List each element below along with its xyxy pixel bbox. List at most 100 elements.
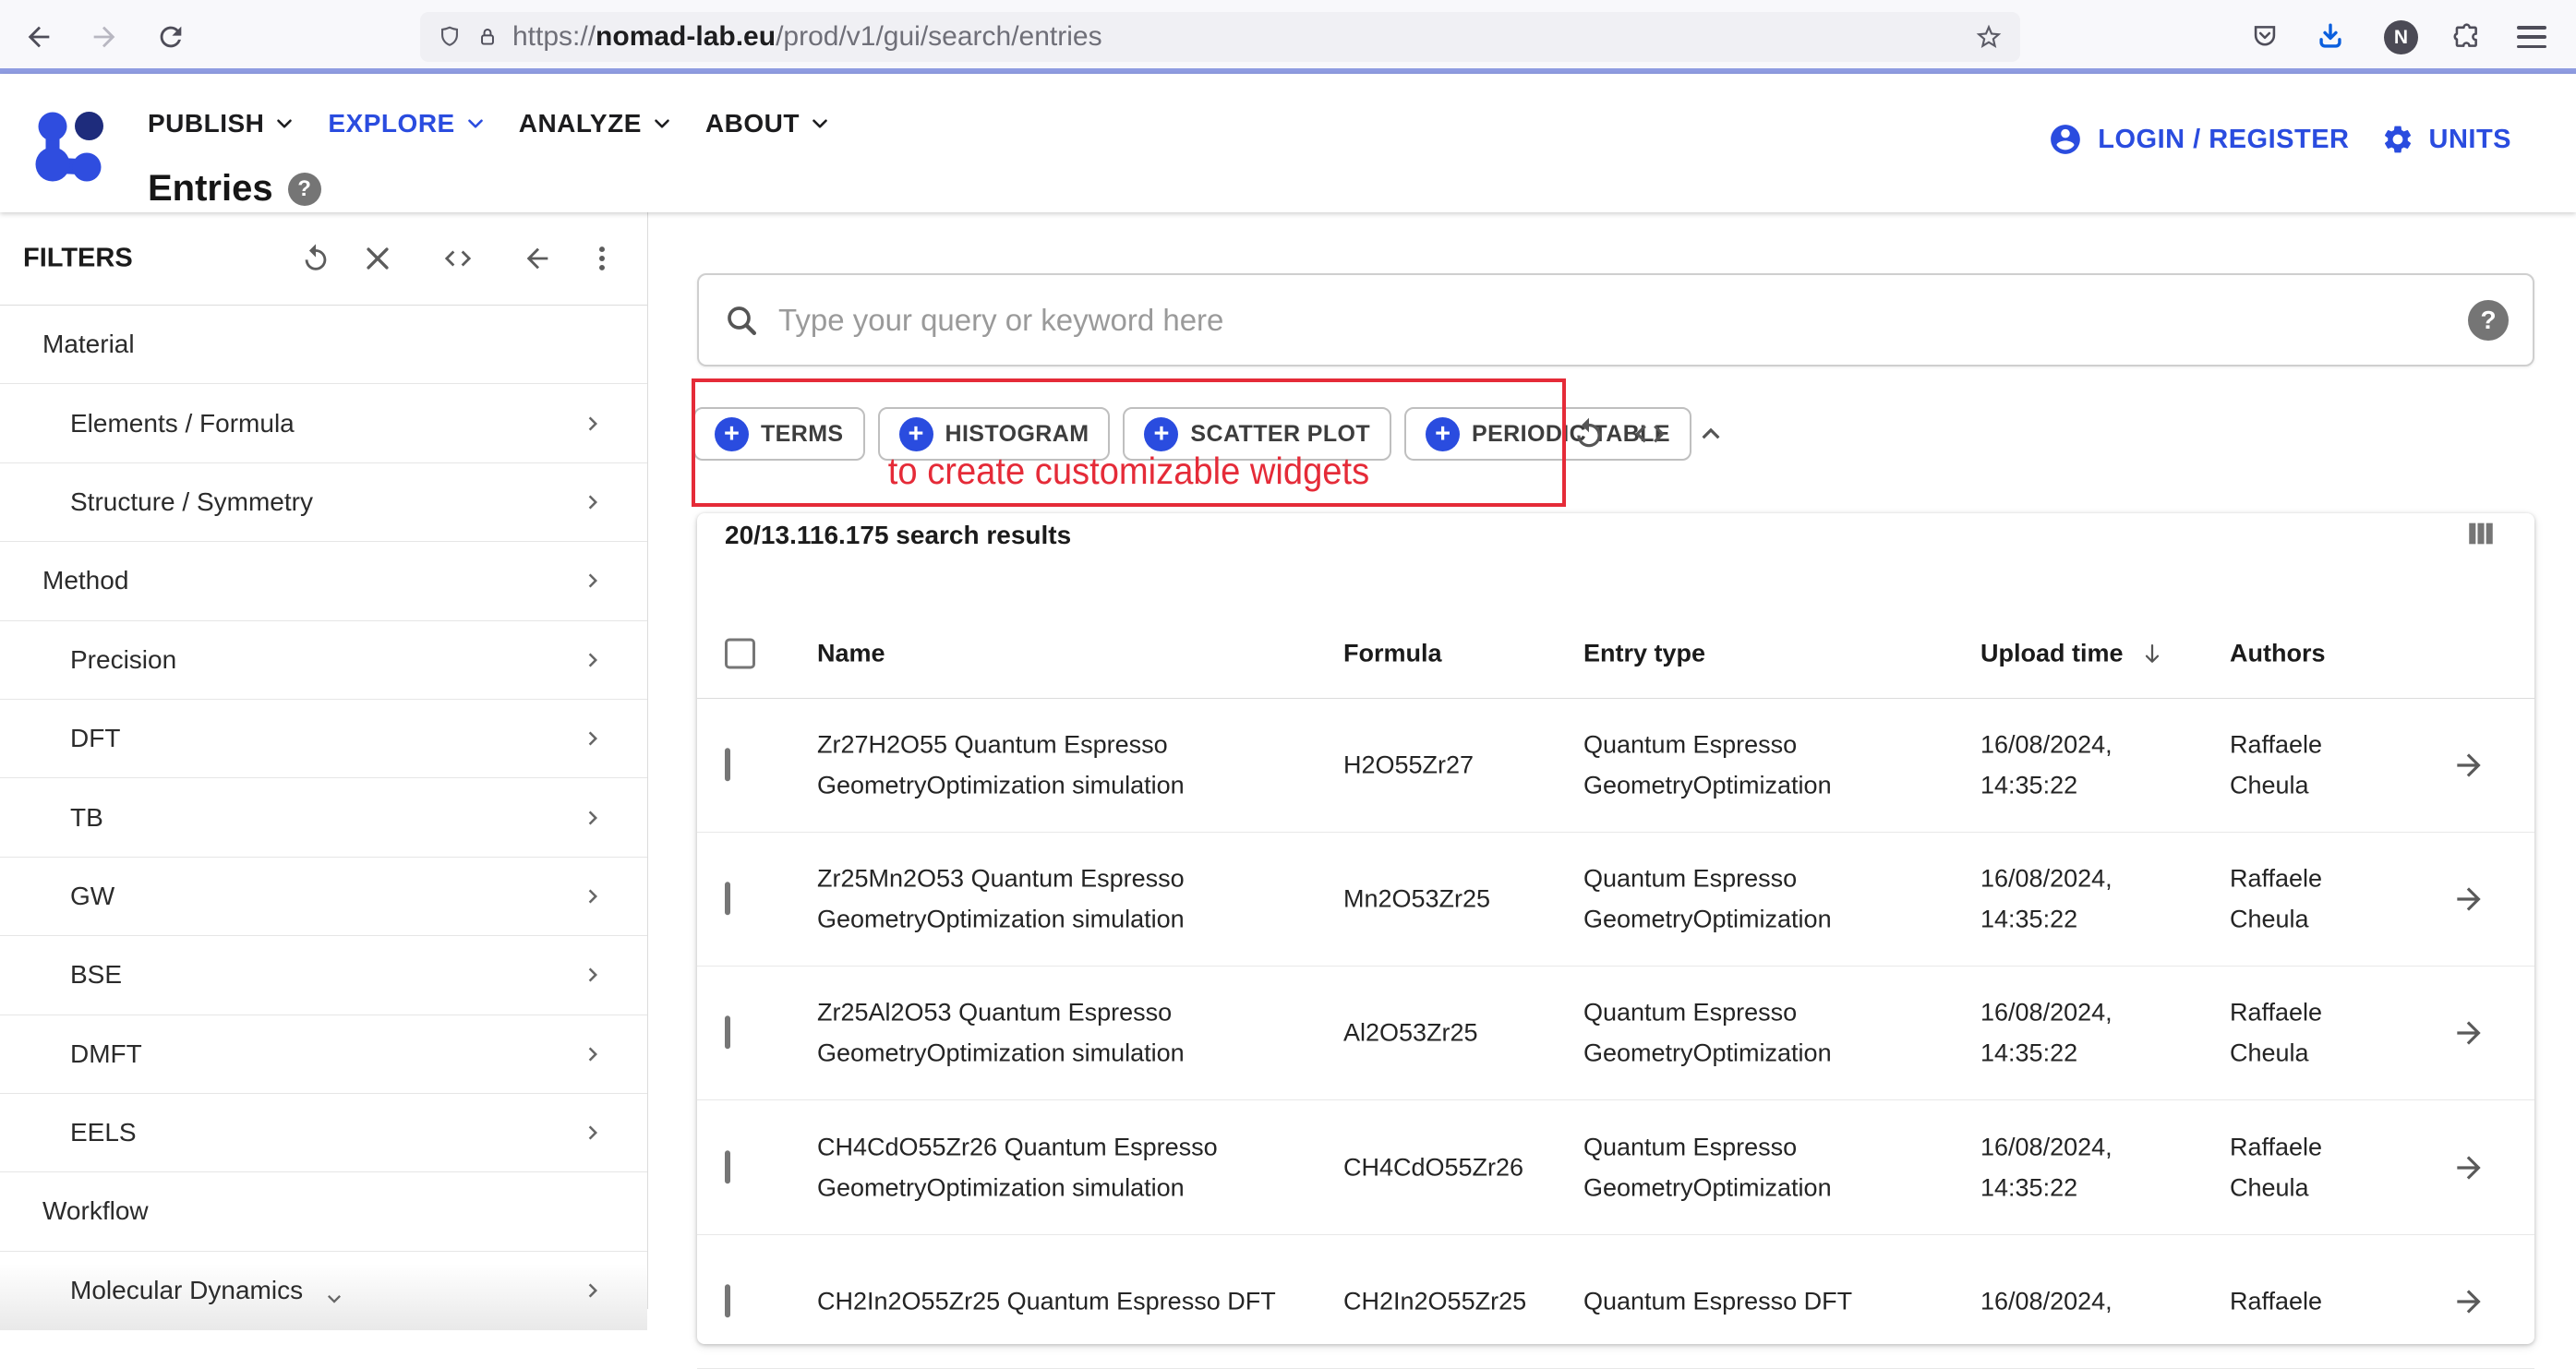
row-checkbox[interactable] (725, 745, 730, 786)
chevron-right-icon (588, 889, 597, 904)
open-entry-arrow-icon[interactable] (2451, 1284, 2486, 1319)
table-row[interactable]: Zr25Mn2O53 Quantum Espresso GeometryOptim… (697, 833, 2534, 967)
table-row[interactable]: Zr25Al2O53 Quantum Espresso GeometryOptim… (697, 967, 2534, 1100)
sidebar-item-dft[interactable]: DFT (0, 700, 647, 779)
nav-analyze[interactable]: ANALYZE (519, 109, 674, 138)
menu-icon[interactable] (2517, 26, 2546, 48)
nav-about[interactable]: ABOUT (705, 109, 832, 138)
cell-authors: Raffaele Cheula (2230, 1133, 2323, 1202)
cell-name: Zr25Mn2O53 Quantum Espresso GeometryOptim… (817, 864, 1185, 933)
row-checkbox[interactable] (725, 1281, 730, 1322)
sidebar-item-structure-symmetry[interactable]: Structure / Symmetry (0, 463, 647, 543)
sidebar-item-bse[interactable]: BSE (0, 936, 647, 1015)
add-scatter-plot-widget-button[interactable]: + SCATTER PLOT (1123, 407, 1392, 461)
arrow-left-icon[interactable] (522, 243, 553, 274)
cell-upload-time: 16/08/2024, 14:35:22 (1980, 1133, 2113, 1202)
column-header-upload-time[interactable]: Upload time (1980, 640, 2166, 668)
column-header-authors[interactable]: Authors (2230, 640, 2326, 668)
bookmark-star-icon[interactable] (1974, 22, 2004, 52)
cell-entry-type: Quantum Espresso GeometryOptimization (1583, 730, 1832, 799)
nav-publish[interactable]: PUBLISH (148, 109, 296, 138)
open-entry-arrow-icon[interactable] (2451, 1150, 2486, 1185)
close-icon[interactable] (362, 243, 393, 274)
back-icon[interactable] (23, 21, 54, 53)
cell-entry-type: Quantum Espresso GeometryOptimization (1583, 1133, 1832, 1202)
reset-filters-icon[interactable] (300, 243, 331, 274)
chevron-right-icon (588, 811, 597, 825)
sidebar-item-dmft[interactable]: DMFT (0, 1015, 647, 1094)
help-icon[interactable]: ? (287, 172, 321, 206)
dashboard-controls (1571, 416, 1728, 451)
reload-icon[interactable] (155, 21, 187, 53)
url-bar[interactable]: https://nomad-lab.eu/prod/v1/gui/search/… (420, 12, 2020, 62)
login-register-button[interactable]: LOGIN / REGISTER (2098, 125, 2349, 155)
chevron-right-icon (588, 967, 597, 982)
person-icon (2051, 125, 2081, 154)
extensions-icon[interactable] (2451, 21, 2483, 53)
filters-sidebar: FILTERS Material Elements / Formula Stru… (0, 212, 648, 1331)
sidebar-item-eels[interactable]: EELS (0, 1094, 647, 1173)
sidebar-item-method[interactable]: Method (0, 542, 647, 621)
column-header-entry-type[interactable]: Entry type (1583, 640, 1705, 668)
cell-name: CH2In2O55Zr25 Quantum Espresso DFT (817, 1287, 1276, 1315)
lock-icon[interactable] (475, 25, 500, 49)
chevron-right-icon (588, 1125, 597, 1140)
nav-explore[interactable]: EXPLORE (328, 109, 487, 138)
table-row[interactable]: Zr27H2O55 Quantum Espresso GeometryOptimi… (697, 699, 2534, 833)
gear-icon (2384, 126, 2411, 153)
units-button[interactable]: UNITS (2429, 125, 2512, 155)
cell-formula: Mn2O53Zr25 (1343, 884, 1491, 913)
open-entry-arrow-icon[interactable] (2451, 882, 2486, 917)
cell-entry-type: Quantum Espresso DFT (1583, 1287, 1853, 1315)
select-all-checkbox[interactable] (725, 638, 755, 669)
sidebar-item-precision[interactable]: Precision (0, 621, 647, 700)
cell-authors: Raffaele (2230, 1287, 2323, 1315)
cell-formula: Al2O53Zr25 (1343, 1018, 1478, 1047)
sidebar-item-gw[interactable]: GW (0, 858, 647, 937)
app-header: PUBLISH EXPLORE ANALYZE ABOUT Entries ? … (0, 74, 2576, 212)
row-checkbox[interactable] (725, 1147, 730, 1188)
row-checkbox[interactable] (725, 1013, 730, 1053)
profile-avatar[interactable]: N (2384, 20, 2418, 54)
sidebar-item-tb[interactable]: TB (0, 778, 647, 858)
cell-name: Zr25Al2O53 Quantum Espresso GeometryOptim… (817, 998, 1185, 1067)
column-header-name[interactable]: Name (817, 640, 885, 668)
plus-icon: + (898, 416, 933, 451)
pocket-icon[interactable] (2249, 21, 2281, 53)
more-vert-icon[interactable] (586, 243, 618, 274)
browser-toolbar: https://nomad-lab.eu/prod/v1/gui/search/… (0, 0, 2576, 74)
add-histogram-widget-button[interactable]: + HISTOGRAM (877, 407, 1111, 461)
reset-dashboard-icon[interactable] (1571, 416, 1607, 451)
search-bar[interactable]: ? (697, 273, 2534, 366)
code-icon[interactable] (1632, 416, 1667, 451)
main-nav: PUBLISH EXPLORE ANALYZE ABOUT (148, 109, 832, 138)
open-entry-arrow-icon[interactable] (2451, 748, 2486, 783)
sidebar-item-molecular-dynamics[interactable]: Molecular Dynamics (0, 1251, 647, 1331)
row-checkbox[interactable] (725, 879, 730, 919)
sidebar-item-material[interactable]: Material (0, 306, 647, 385)
sidebar-item-workflow[interactable]: Workflow (0, 1172, 647, 1252)
code-icon[interactable] (442, 243, 474, 274)
sidebar-item-elements-formula[interactable]: Elements / Formula (0, 384, 647, 463)
chevron-down-icon (467, 119, 483, 128)
nomad-logo[interactable] (28, 103, 113, 188)
cell-name: Zr27H2O55 Quantum Espresso GeometryOptimi… (817, 730, 1185, 799)
plus-icon: + (1426, 416, 1461, 451)
download-icon[interactable] (2315, 21, 2346, 53)
cell-authors: Raffaele Cheula (2230, 730, 2323, 799)
chevron-down-icon[interactable] (321, 1286, 347, 1312)
sort-descending-icon (2145, 643, 2159, 663)
nav-analyze-label: ANALYZE (518, 109, 642, 138)
search-input[interactable] (778, 302, 2450, 338)
table-row[interactable]: CH4CdO55Zr26 Quantum Espresso GeometryOpt… (697, 1101, 2534, 1235)
cell-formula: CH2In2O55Zr25 (1343, 1287, 1527, 1315)
search-help-icon[interactable]: ? (2468, 299, 2509, 341)
add-terms-widget-button[interactable]: + TERMS (693, 407, 865, 461)
collapse-icon[interactable] (1693, 416, 1728, 451)
table-row[interactable]: CH2In2O55Zr25 Quantum Espresso DFT CH2In… (697, 1235, 2534, 1369)
open-entry-arrow-icon[interactable] (2451, 1015, 2486, 1051)
columns-icon[interactable] (2463, 518, 2498, 549)
chevron-right-icon (588, 1283, 597, 1298)
shield-icon[interactable] (437, 24, 463, 50)
column-header-formula[interactable]: Formula (1343, 640, 1442, 668)
